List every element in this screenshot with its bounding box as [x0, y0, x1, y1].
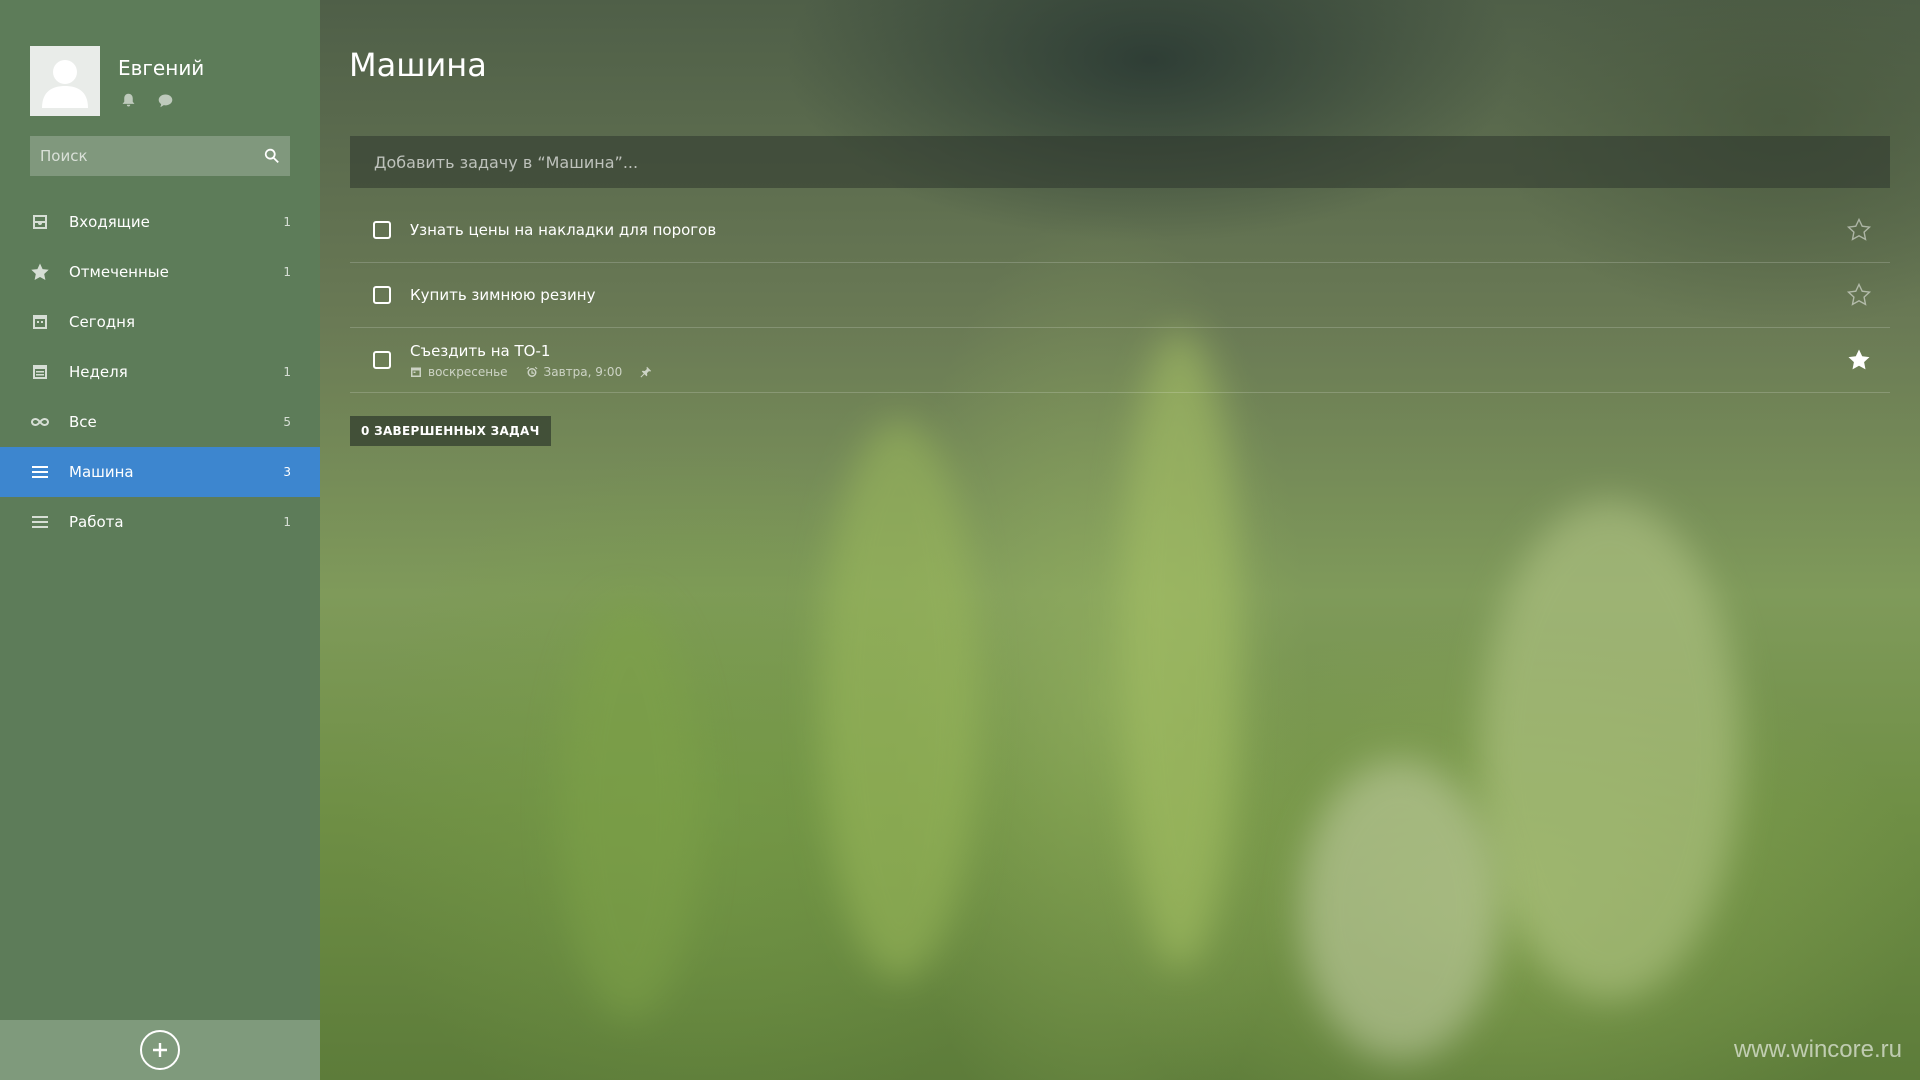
- search-input[interactable]: [30, 146, 254, 166]
- task-row[interactable]: Узнать цены на накладки для порогов: [350, 198, 1890, 263]
- avatar[interactable]: [30, 46, 100, 116]
- add-task-input[interactable]: [350, 151, 1890, 173]
- sidebar-item-label: Входящие: [69, 213, 150, 231]
- task-row[interactable]: Купить зимнюю резину: [350, 263, 1890, 328]
- user-silhouette-icon: [42, 60, 88, 108]
- sidebar-item-week[interactable]: Неделя 1: [0, 347, 320, 397]
- task-meta: воскресенье Завтра, 9:00: [410, 365, 652, 379]
- show-completed-button[interactable]: 0 ЗАВЕРШЕННЫХ ЗАДАЧ: [350, 416, 551, 446]
- sidebar-footer: [0, 1020, 320, 1080]
- inbox-icon: [29, 211, 51, 233]
- app-window: Евгений Входящие 1: [0, 0, 1920, 1080]
- sidebar-item-all[interactable]: Все 5: [0, 397, 320, 447]
- sidebar-item-count: 1: [283, 365, 291, 379]
- plus-circle-icon: [153, 1043, 167, 1057]
- infinity-icon: [29, 411, 51, 433]
- task-body: Съездить на ТО-1 воскресенье Завтра, 9:0…: [410, 342, 652, 379]
- task-checkbox[interactable]: [373, 351, 391, 369]
- calendar-icon: [411, 367, 421, 377]
- list-icon: [29, 461, 51, 483]
- task-title[interactable]: Купить зимнюю резину: [410, 286, 595, 304]
- search-box: [30, 136, 290, 176]
- task-title[interactable]: Узнать цены на накладки для порогов: [410, 221, 716, 239]
- list-icon: [29, 511, 51, 533]
- task-list: Узнать цены на накладки для порогов Купи…: [350, 198, 1890, 393]
- sidebar-item-today[interactable]: Сегодня: [0, 297, 320, 347]
- calendar-week-icon: [29, 361, 51, 383]
- pin-icon: [640, 366, 652, 377]
- sidebar-item-label: Отмеченные: [69, 263, 169, 281]
- calendar-today-icon: [29, 311, 51, 333]
- task-checkbox[interactable]: [373, 221, 391, 239]
- sidebar-item-starred[interactable]: Отмеченные 1: [0, 247, 320, 297]
- task-body: Узнать цены на накладки для порогов: [410, 221, 716, 239]
- star-icon[interactable]: [1846, 282, 1872, 308]
- alarm-clock-icon: [526, 366, 538, 377]
- sidebar-item-count: 1: [283, 265, 291, 279]
- sidebar-item-label: Неделя: [69, 363, 128, 381]
- task-checkbox[interactable]: [373, 286, 391, 304]
- star-icon[interactable]: [1846, 347, 1872, 373]
- add-task-bar: [350, 136, 1890, 188]
- task-body: Купить зимнюю резину: [410, 286, 595, 304]
- sidebar-item-count: 1: [283, 215, 291, 229]
- star-icon[interactable]: [1846, 217, 1872, 243]
- watermark: www.wincore.ru: [1733, 1036, 1902, 1063]
- sidebar-item-label: Работа: [69, 513, 124, 531]
- add-list-button[interactable]: [140, 1030, 180, 1070]
- chat-bubble-icon[interactable]: [157, 92, 174, 113]
- bell-icon[interactable]: [120, 92, 137, 113]
- sidebar-item-count: 3: [283, 465, 291, 479]
- main-panel: Машина Узнать цены на накладки для порог…: [320, 0, 1920, 1080]
- search-icon[interactable]: [254, 136, 290, 176]
- sidebar-item-inbox[interactable]: Входящие 1: [0, 197, 320, 247]
- task-reminder: Завтра, 9:00: [543, 364, 623, 379]
- page-title: Машина: [349, 46, 487, 84]
- star-icon: [29, 261, 51, 283]
- sidebar-item-label: Сегодня: [69, 313, 135, 331]
- sidebar-item-count: 5: [283, 415, 291, 429]
- task-row[interactable]: Съездить на ТО-1 воскресенье Завтра, 9:0…: [350, 328, 1890, 393]
- sidebar: Евгений Входящие 1: [0, 0, 320, 1080]
- sidebar-item-rabota[interactable]: Работа 1: [0, 497, 320, 547]
- list-nav: Входящие 1 Отмеченные 1 Сегодня Неделя 1…: [0, 197, 320, 547]
- sidebar-item-mashina[interactable]: Машина 3: [0, 447, 320, 497]
- user-actions: [120, 92, 174, 113]
- username[interactable]: Евгений: [118, 56, 204, 80]
- sidebar-item-label: Все: [69, 413, 97, 431]
- sidebar-item-count: 1: [283, 515, 291, 529]
- sidebar-item-label: Машина: [69, 463, 134, 481]
- task-due-date: воскресенье: [428, 364, 508, 379]
- task-title[interactable]: Съездить на ТО-1: [410, 342, 652, 360]
